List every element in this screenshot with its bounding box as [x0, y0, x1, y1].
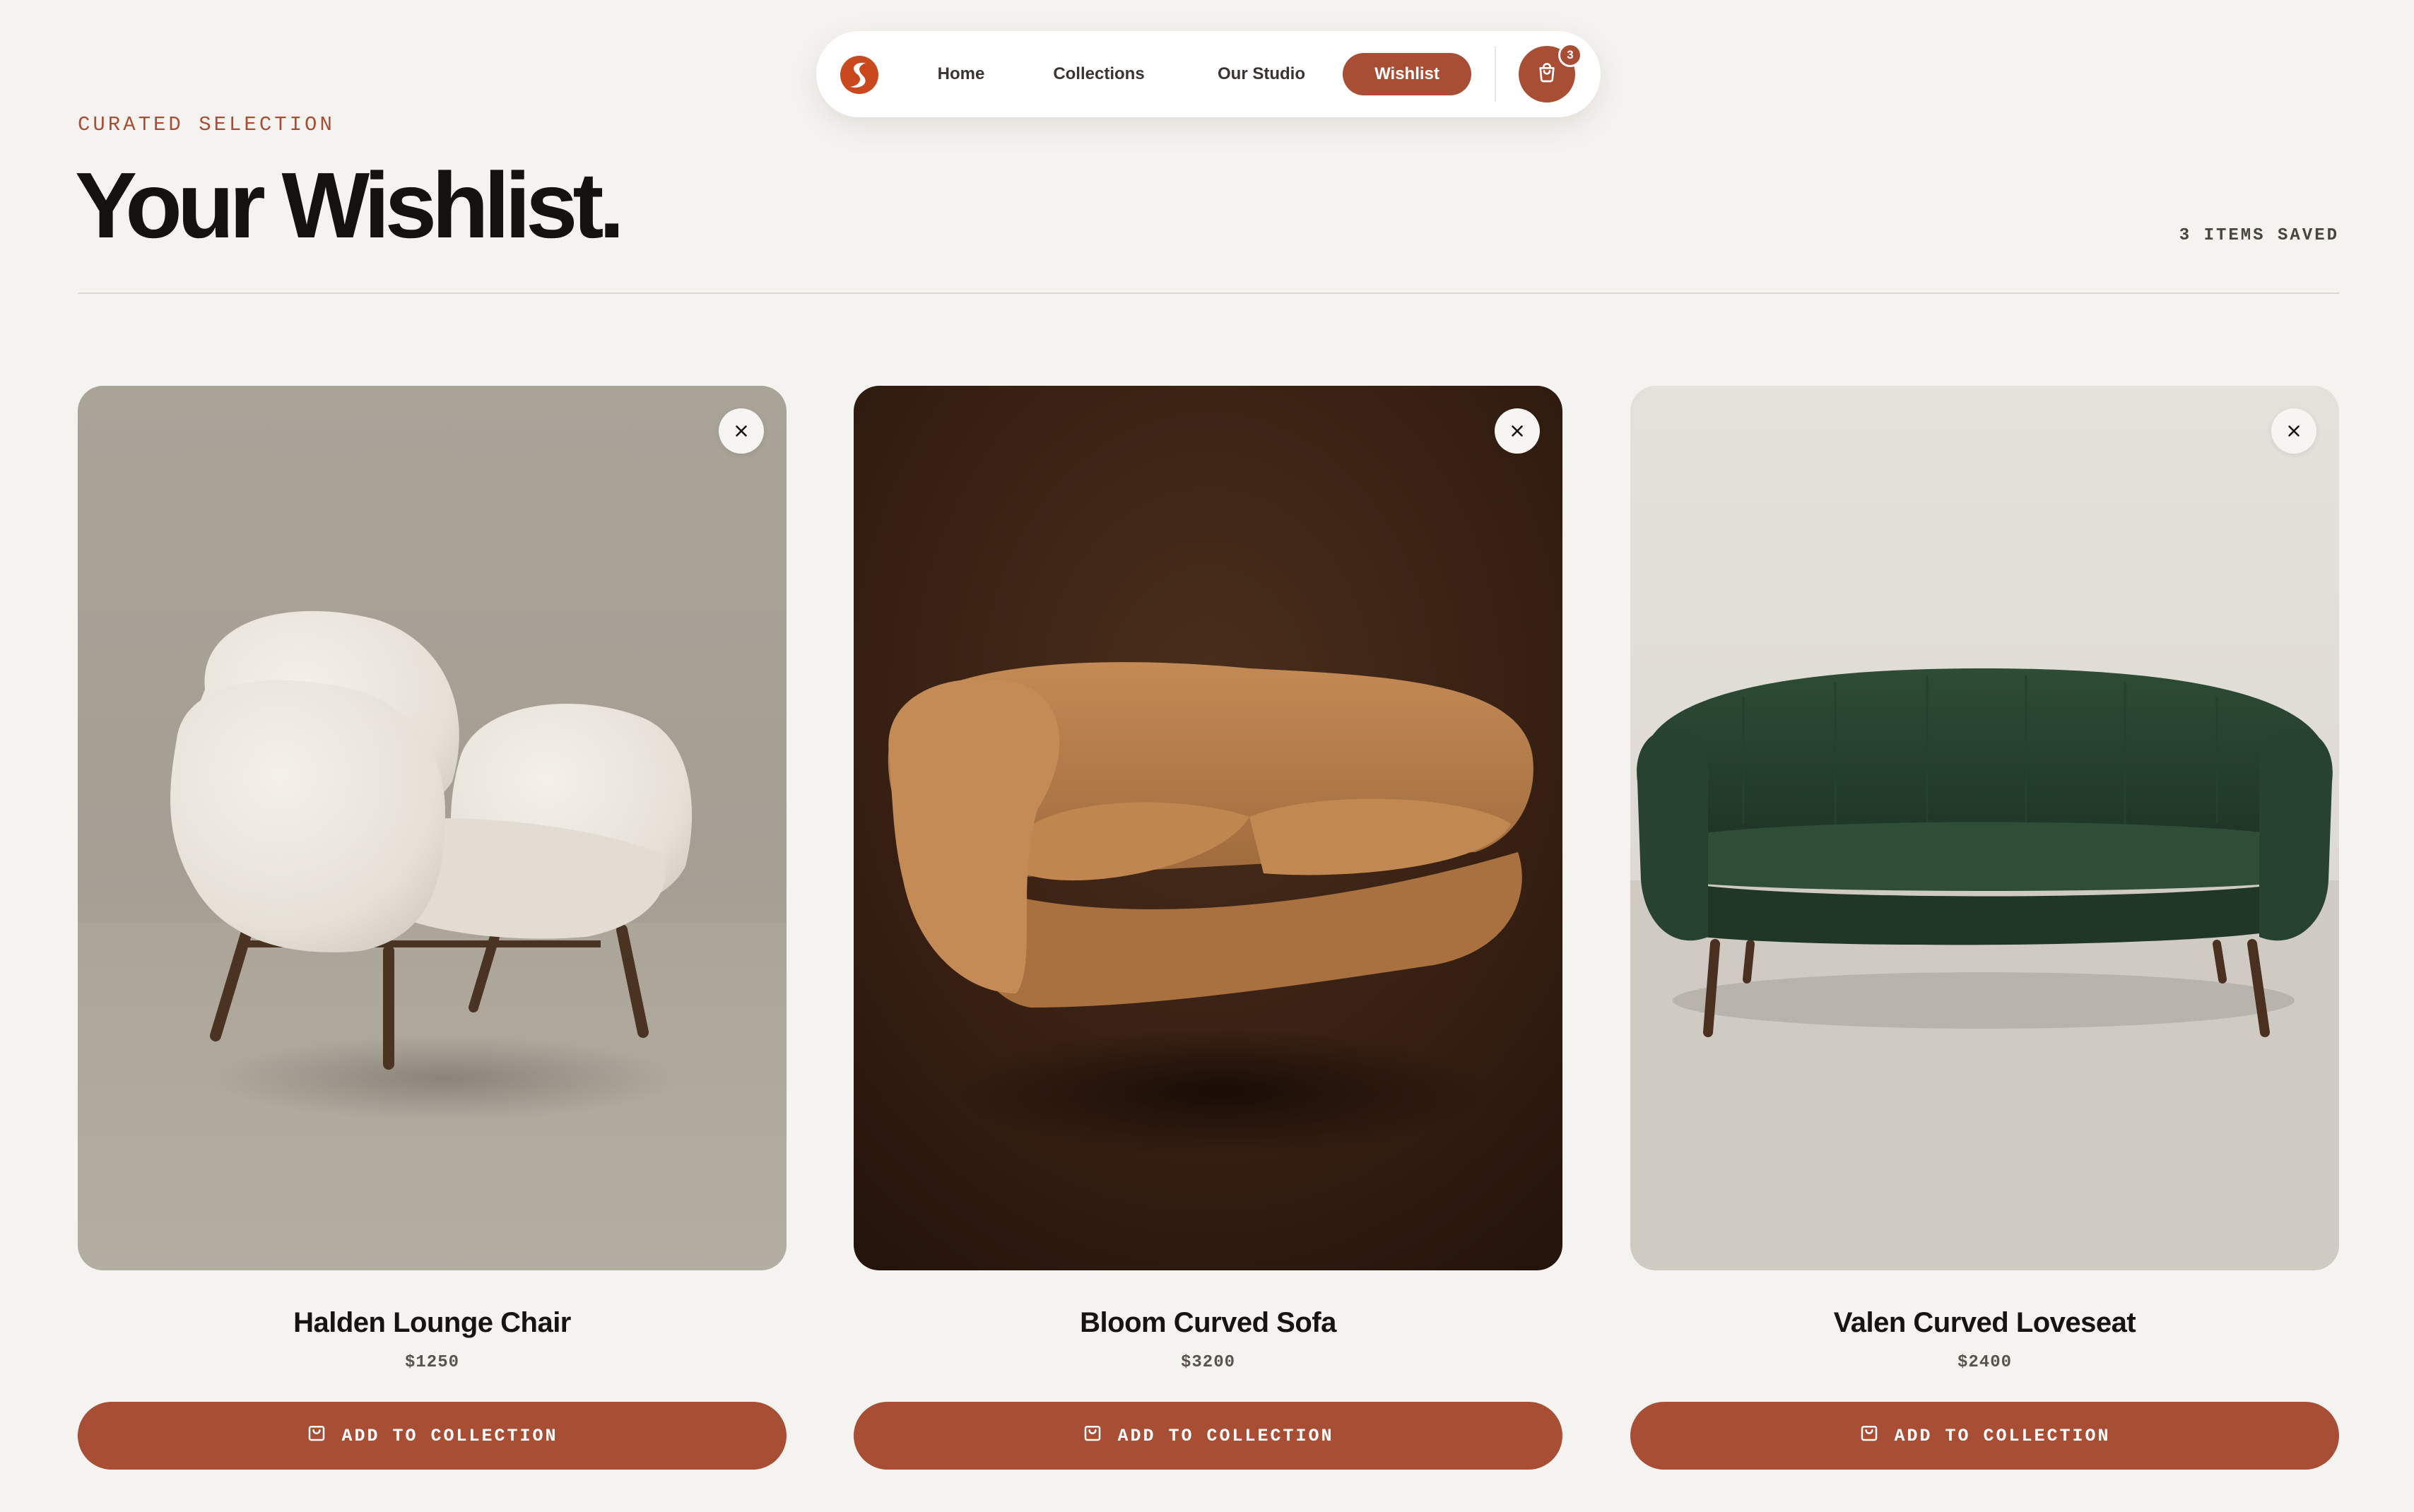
product-price: $3200 [1180, 1353, 1235, 1372]
nav-divider [1495, 47, 1496, 102]
add-to-collection-label: ADD TO COLLECTION [1117, 1425, 1334, 1446]
items-saved-count: 3 ITEMS SAVED [2179, 226, 2339, 245]
top-navigation: Home Collections Our Studio Wishlist 3 [816, 31, 1601, 117]
cart-count-badge: 3 [1558, 43, 1582, 67]
nav-our-studio-link[interactable]: Our Studio [1201, 53, 1321, 95]
add-to-collection-label: ADD TO COLLECTION [1894, 1425, 2111, 1446]
cart-button[interactable]: 3 [1519, 43, 1582, 102]
product-name: Halden Lounge Chair [293, 1307, 571, 1338]
close-icon [1508, 422, 1526, 440]
product-name: Valen Curved Loveseat [1833, 1307, 2136, 1338]
product-card: Bloom Curved Sofa $3200 ADD TO COLLECTIO… [854, 386, 1562, 1470]
add-to-collection-label: ADD TO COLLECTION [341, 1425, 558, 1446]
eyebrow-label: CURATED SELECTION [78, 113, 335, 136]
shopping-bag-icon [1082, 1422, 1103, 1449]
nav-collections-link[interactable]: Collections [1039, 53, 1159, 95]
header-divider [78, 293, 2339, 294]
close-icon [732, 422, 750, 440]
shopping-bag-icon [1859, 1422, 1880, 1449]
remove-button[interactable] [719, 408, 764, 454]
product-image-halden-lounge-chair[interactable] [78, 386, 787, 1270]
page-title: Your Wishlist. [75, 153, 625, 257]
nav-wishlist-link[interactable]: Wishlist [1343, 53, 1471, 95]
wishlist-page: Home Collections Our Studio Wishlist 3 C… [0, 0, 2414, 1512]
brand-logo-icon[interactable] [840, 56, 878, 94]
close-icon [2285, 422, 2303, 440]
remove-button[interactable] [2271, 408, 2316, 454]
product-price: $2400 [1957, 1353, 2012, 1372]
shopping-bag-icon [306, 1422, 327, 1449]
product-image-valen-curved-loveseat[interactable] [1630, 386, 2339, 1270]
add-to-collection-button[interactable]: ADD TO COLLECTION [1630, 1402, 2339, 1470]
product-price: $1250 [404, 1353, 459, 1372]
nav-home-link[interactable]: Home [922, 53, 1000, 95]
product-card: Valen Curved Loveseat $2400 ADD TO COLLE… [1630, 386, 2339, 1470]
product-image-bloom-curved-sofa[interactable] [854, 386, 1562, 1270]
add-to-collection-button[interactable]: ADD TO COLLECTION [854, 1402, 1562, 1470]
product-name: Bloom Curved Sofa [1080, 1307, 1336, 1338]
add-to-collection-button[interactable]: ADD TO COLLECTION [78, 1402, 787, 1470]
remove-button[interactable] [1495, 408, 1540, 454]
product-card: Halden Lounge Chair $1250 ADD TO COLLECT… [78, 386, 787, 1470]
shopping-bag-icon [1536, 61, 1558, 88]
